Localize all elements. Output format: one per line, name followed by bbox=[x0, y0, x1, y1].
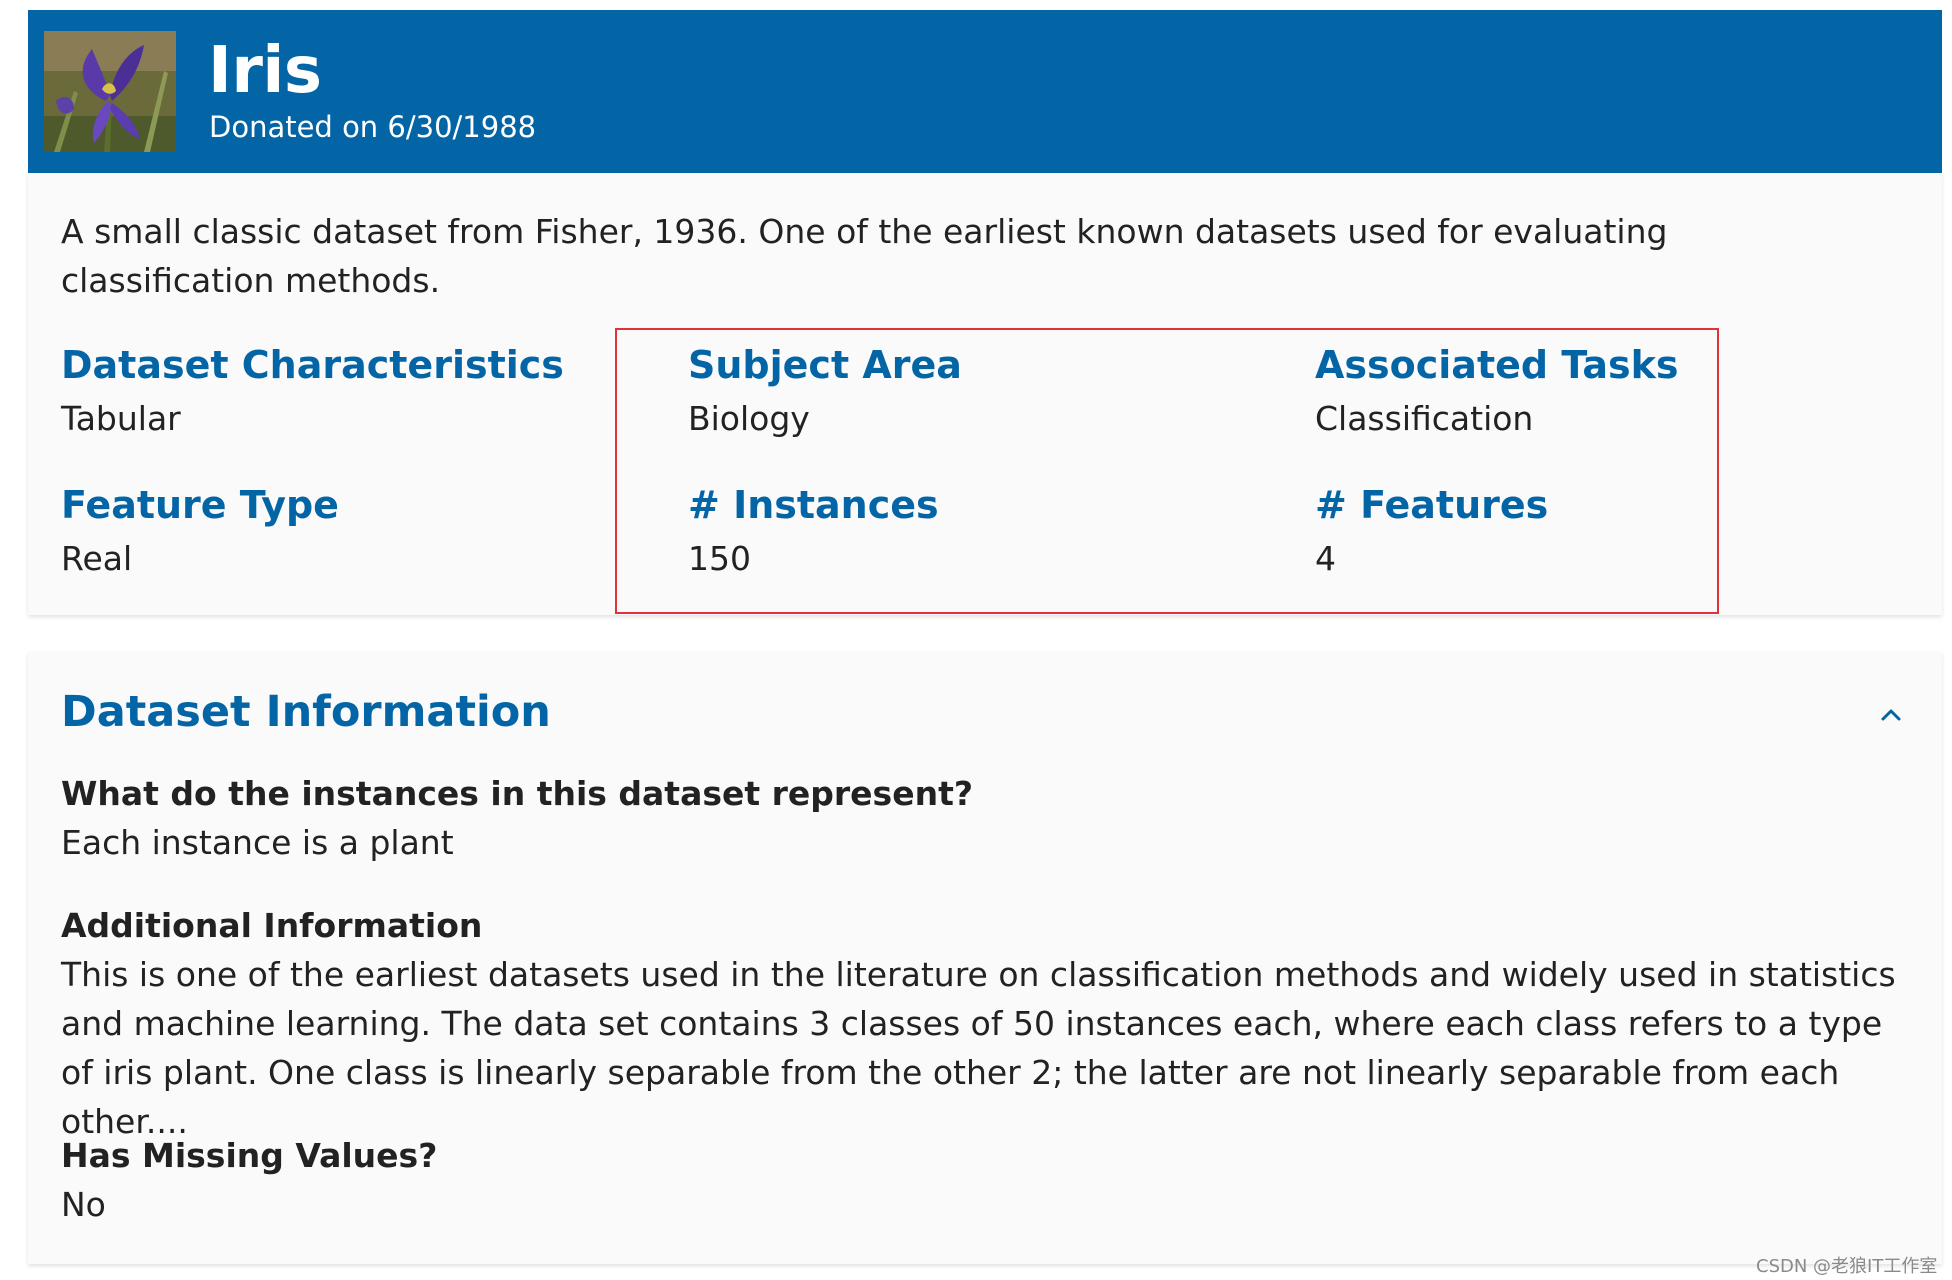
attr-value: Biology bbox=[688, 399, 810, 438]
attr-label: Subject Area bbox=[688, 343, 962, 387]
attr-label: Feature Type bbox=[61, 483, 339, 527]
attr-subject-area: Subject Area Biology bbox=[688, 343, 962, 438]
dataset-summary-card: A small classic dataset from Fisher, 193… bbox=[28, 173, 1942, 615]
attr-value: Real bbox=[61, 539, 133, 578]
attr-value: 4 bbox=[1315, 539, 1336, 578]
info-question: Additional Information bbox=[61, 906, 483, 945]
info-answer: This is one of the earliest datasets use… bbox=[61, 955, 1896, 1141]
attr-value: Tabular bbox=[61, 399, 181, 438]
iris-thumbnail-image bbox=[44, 31, 176, 152]
attr-label: # Features bbox=[1315, 483, 1549, 527]
section-title: Dataset Information bbox=[61, 687, 551, 737]
attr-value: Classification bbox=[1315, 399, 1534, 438]
watermark: CSDN @老狼IT工作室 bbox=[1756, 1256, 1938, 1277]
info-question: What do the instances in this dataset re… bbox=[61, 774, 973, 813]
attr-label: # Instances bbox=[688, 483, 939, 527]
info-answer: Each instance is a plant bbox=[61, 823, 454, 862]
info-question: Has Missing Values? bbox=[61, 1136, 438, 1175]
attr-dataset-characteristics: Dataset Characteristics Tabular bbox=[61, 343, 564, 438]
dataset-information-card: Dataset Information What do the instance… bbox=[28, 652, 1942, 1264]
attr-label: Dataset Characteristics bbox=[61, 343, 564, 387]
attr-instances: # Instances 150 bbox=[688, 483, 939, 578]
attr-associated-tasks: Associated Tasks Classification bbox=[1315, 343, 1679, 438]
chevron-up-icon[interactable] bbox=[1876, 700, 1906, 730]
dataset-title: Iris bbox=[208, 34, 322, 108]
attr-features: # Features 4 bbox=[1315, 483, 1548, 578]
info-missing-values: Has Missing Values? No bbox=[61, 1131, 1921, 1229]
attr-feature-type: Feature Type Real bbox=[61, 483, 339, 578]
attr-label: Associated Tasks bbox=[1315, 343, 1679, 387]
donation-date: Donated on 6/30/1988 bbox=[209, 110, 537, 144]
dataset-header: Iris Donated on 6/30/1988 bbox=[28, 10, 1942, 173]
info-answer: No bbox=[61, 1185, 106, 1224]
info-additional: Additional Information This is one of th… bbox=[61, 901, 1921, 1146]
attr-value: 150 bbox=[688, 539, 751, 578]
info-instances-represent: What do the instances in this dataset re… bbox=[61, 769, 1921, 867]
dataset-abstract: A small classic dataset from Fisher, 193… bbox=[61, 212, 1668, 300]
